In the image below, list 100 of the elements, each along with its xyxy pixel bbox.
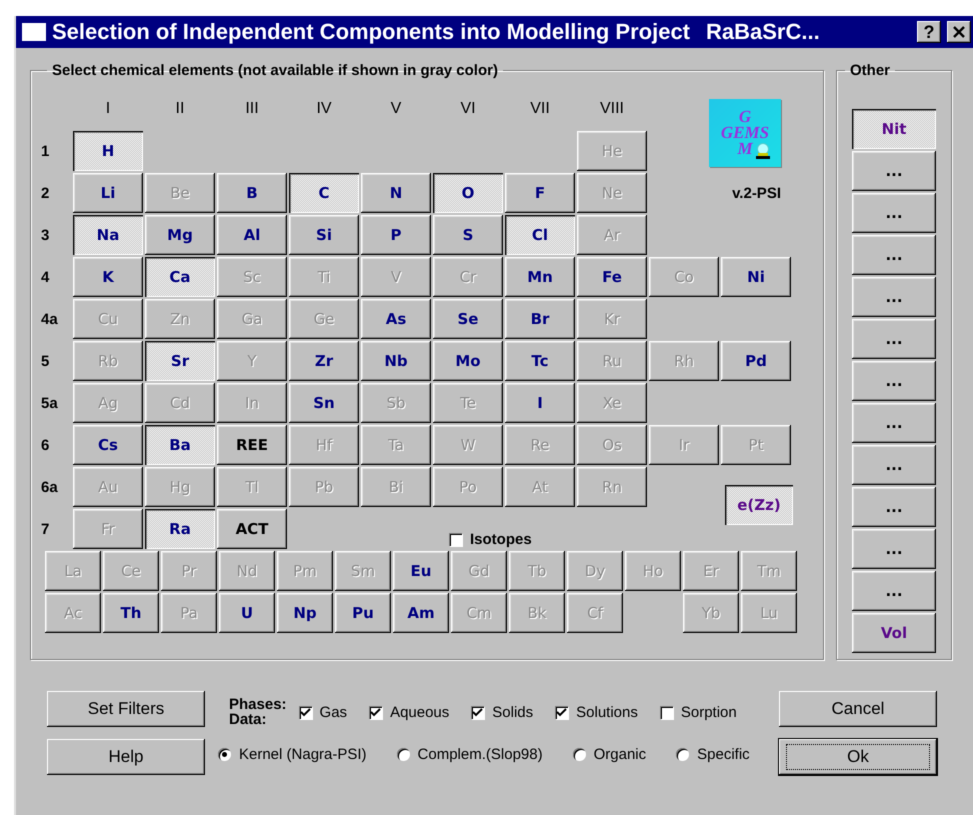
component-button[interactable]: ... bbox=[852, 403, 936, 443]
element-button[interactable]: ACT bbox=[217, 509, 287, 549]
isotopes-checkbox[interactable] bbox=[449, 532, 462, 546]
element-button[interactable]: I bbox=[505, 383, 575, 423]
phase-checkbox[interactable] bbox=[555, 706, 568, 718]
ok-button[interactable]: Ok bbox=[779, 739, 937, 775]
element-button[interactable]: Th bbox=[103, 593, 159, 633]
element-button[interactable]: Ca bbox=[145, 257, 215, 297]
element-button[interactable]: Fe bbox=[577, 257, 647, 297]
window-icon bbox=[22, 23, 46, 41]
component-button[interactable]: ... bbox=[852, 277, 936, 317]
column-header: VIII bbox=[598, 100, 625, 118]
phase-checkbox[interactable] bbox=[660, 706, 673, 718]
element-button[interactable]: Ni bbox=[721, 257, 791, 297]
close-button[interactable] bbox=[947, 21, 971, 43]
component-button[interactable]: ... bbox=[852, 193, 936, 233]
element-button[interactable]: Mn bbox=[505, 257, 575, 297]
help-button[interactable]: ? bbox=[917, 21, 941, 43]
checkbox-label: Solids bbox=[492, 704, 534, 720]
phase-checkbox[interactable] bbox=[471, 706, 484, 718]
radio-label: Specific bbox=[697, 746, 750, 762]
element-button[interactable]: Eu bbox=[393, 551, 449, 591]
logo-text: G bbox=[738, 109, 752, 125]
window-title: Selection of Independent Components into Modelling Project bbox=[52, 19, 690, 45]
component-button[interactable]: ... bbox=[852, 319, 936, 359]
row-label: 5a bbox=[40, 394, 59, 412]
element-button[interactable]: H bbox=[73, 131, 143, 171]
element-button[interactable]: As bbox=[361, 299, 431, 339]
element-button[interactable]: S bbox=[433, 215, 503, 255]
version-label: v.2-PSI bbox=[732, 184, 781, 202]
element-button[interactable]: REE bbox=[217, 425, 287, 465]
source-radio[interactable] bbox=[572, 748, 586, 760]
element-button[interactable]: Mg bbox=[145, 215, 215, 255]
element-button[interactable]: Tc bbox=[505, 341, 575, 381]
element-button[interactable]: Pu bbox=[335, 593, 391, 633]
set-filters-button[interactable]: Set Filters bbox=[47, 691, 205, 727]
element-button[interactable]: Pd bbox=[721, 341, 791, 381]
element-button[interactable]: N bbox=[361, 173, 431, 213]
checkbox-label: Gas bbox=[320, 704, 348, 720]
element-button[interactable]: Am bbox=[393, 593, 449, 633]
component-button[interactable]: ... bbox=[852, 361, 936, 401]
element-button[interactable]: Mo bbox=[433, 341, 503, 381]
element-button[interactable]: Al bbox=[217, 215, 287, 255]
component-button[interactable]: ... bbox=[852, 529, 936, 569]
element-button[interactable]: Cs bbox=[73, 425, 143, 465]
data-label: Data: bbox=[229, 712, 268, 727]
help-button[interactable]: Help bbox=[47, 739, 205, 775]
phase-checkbox[interactable] bbox=[369, 706, 382, 718]
element-button[interactable]: Zr bbox=[289, 341, 359, 381]
row-label: 6a bbox=[40, 478, 59, 496]
element-button[interactable]: Br bbox=[505, 299, 575, 339]
element-button[interactable]: Ba bbox=[145, 425, 215, 465]
element-button[interactable]: Np bbox=[277, 593, 333, 633]
source-radio[interactable] bbox=[396, 748, 410, 760]
column-header: IV bbox=[315, 100, 333, 118]
element-button[interactable]: O bbox=[433, 173, 503, 213]
close-icon bbox=[953, 26, 965, 38]
element-button[interactable]: Li bbox=[73, 173, 143, 213]
row-label: 4a bbox=[40, 310, 59, 328]
column-header: II bbox=[174, 100, 186, 118]
element-button[interactable]: Na bbox=[73, 215, 143, 255]
element-button[interactable]: P bbox=[361, 215, 431, 255]
phase-checkbox[interactable] bbox=[298, 706, 312, 718]
element-button[interactable]: C bbox=[289, 173, 359, 213]
source-radio[interactable] bbox=[218, 748, 231, 760]
group-title: Select chemical elements (not available if shown in gray color) bbox=[51, 62, 499, 79]
element-button[interactable]: Ra bbox=[145, 509, 215, 549]
element-button[interactable]: Sr bbox=[145, 341, 215, 381]
element-button[interactable]: Cl bbox=[505, 215, 575, 255]
radio-label: Organic bbox=[594, 746, 646, 762]
element-button[interactable]: Si bbox=[289, 215, 359, 255]
checkbox-label: Solutions bbox=[576, 704, 638, 720]
row-label: 2 bbox=[40, 184, 50, 202]
element-button[interactable]: K bbox=[73, 257, 143, 297]
electron-button[interactable]: e(Zz) bbox=[725, 485, 793, 525]
element-button[interactable]: F bbox=[505, 173, 575, 213]
column-header: I bbox=[104, 100, 112, 118]
component-button[interactable]: Vol bbox=[852, 613, 936, 653]
element-button[interactable]: Sn bbox=[289, 383, 359, 423]
element-button[interactable]: U bbox=[219, 593, 275, 633]
component-button[interactable]: ... bbox=[852, 235, 936, 275]
logo-text: M bbox=[737, 141, 753, 157]
component-button[interactable]: ... bbox=[852, 487, 936, 527]
component-button[interactable]: Nit bbox=[852, 109, 936, 149]
radio-label: Complem.(Slop98) bbox=[418, 746, 543, 762]
element-button[interactable]: Nb bbox=[361, 341, 431, 381]
element-button[interactable]: B bbox=[217, 173, 287, 213]
row-label: 5 bbox=[40, 352, 50, 370]
element-button[interactable]: Se bbox=[433, 299, 503, 339]
component-button[interactable]: ... bbox=[852, 571, 936, 611]
cancel-button[interactable]: Cancel bbox=[779, 691, 937, 727]
source-radio[interactable] bbox=[676, 748, 690, 760]
column-header: III bbox=[244, 100, 260, 118]
component-button[interactable]: ... bbox=[852, 445, 936, 485]
column-header: VI bbox=[459, 100, 477, 118]
row-label: 3 bbox=[40, 226, 50, 244]
row-label: 6 bbox=[40, 436, 50, 454]
row-label: 4 bbox=[40, 268, 50, 286]
component-button[interactable]: ... bbox=[852, 151, 936, 191]
row-label: 7 bbox=[40, 520, 50, 538]
